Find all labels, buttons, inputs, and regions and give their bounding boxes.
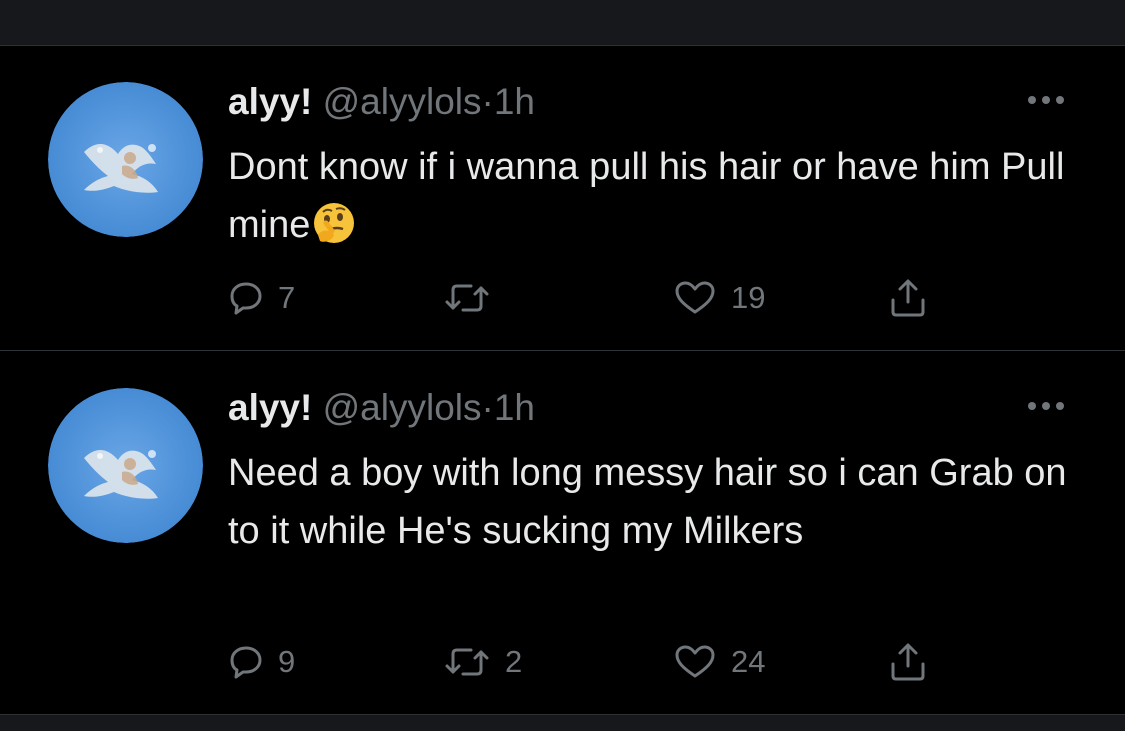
- tweet-text: Need a boy with long messy hair so i can…: [228, 444, 1088, 560]
- retweet-button[interactable]: [443, 274, 505, 322]
- like-count: 24: [731, 644, 766, 679]
- tweet-actions: 7 19: [228, 274, 948, 322]
- more-icon[interactable]: [1028, 92, 1076, 108]
- reply-icon: [230, 282, 262, 315]
- timestamp[interactable]: 1h: [494, 387, 535, 428]
- tweet-header: alyy! @alyylols·1h: [228, 80, 535, 124]
- display-name[interactable]: alyy!: [228, 387, 312, 428]
- reply-count: 9: [278, 644, 296, 679]
- thinking-face-icon: [312, 201, 356, 262]
- tweet-body: Need a boy with long messy hair so i can…: [228, 452, 1067, 552]
- like-button[interactable]: 24: [673, 638, 765, 686]
- handle[interactable]: @alyylols: [323, 81, 482, 122]
- reply-button[interactable]: 9: [228, 638, 295, 686]
- like-icon: [675, 281, 715, 314]
- timestamp[interactable]: 1h: [494, 81, 535, 122]
- retweet-count: 2: [505, 644, 523, 679]
- like-count: 19: [731, 280, 766, 315]
- retweet-button[interactable]: 2: [443, 638, 522, 686]
- tweet[interactable]: alyy! @alyylols·1h Dont know if i wanna …: [0, 46, 1125, 351]
- tweet-text: Dont know if i wanna pull his hair or ha…: [228, 138, 1088, 262]
- tweet-header: alyy! @alyylols·1h: [228, 386, 535, 430]
- top-divider-bar: [0, 0, 1125, 46]
- reply-count: 7: [278, 280, 296, 315]
- avatar[interactable]: [48, 388, 203, 543]
- like-icon: [675, 645, 715, 678]
- share-icon: [891, 643, 925, 681]
- retweet-icon: [445, 648, 489, 676]
- share-icon: [891, 279, 925, 317]
- reply-icon: [230, 646, 262, 679]
- tweet-actions: 9 2 24: [228, 638, 948, 686]
- retweet-icon: [445, 284, 489, 312]
- more-icon[interactable]: [1028, 398, 1076, 414]
- bottom-divider-bar: [0, 714, 1125, 731]
- separator-dot: ·: [481, 81, 494, 122]
- display-name[interactable]: alyy!: [228, 81, 312, 122]
- avatar[interactable]: [48, 82, 203, 237]
- share-button[interactable]: [888, 638, 928, 686]
- share-button[interactable]: [888, 274, 928, 322]
- separator-dot: ·: [481, 387, 494, 428]
- like-button[interactable]: 19: [673, 274, 765, 322]
- tweet[interactable]: alyy! @alyylols·1h Need a boy with long …: [0, 352, 1125, 713]
- handle[interactable]: @alyylols: [323, 387, 482, 428]
- reply-button[interactable]: 7: [228, 274, 295, 322]
